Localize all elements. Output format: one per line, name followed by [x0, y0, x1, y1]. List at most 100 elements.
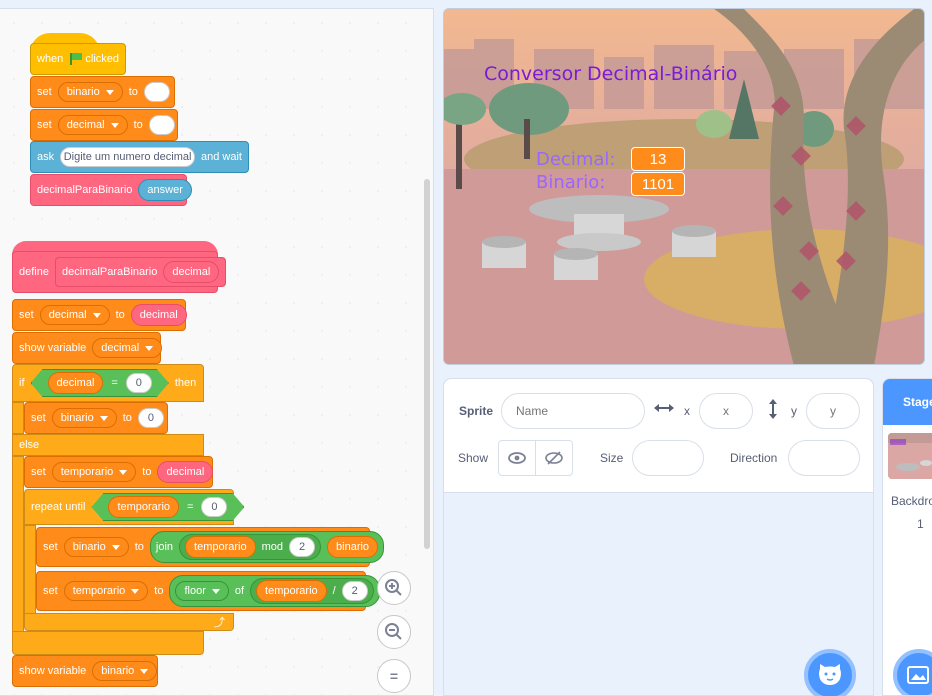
decimal-reporter[interactable]: decimal — [48, 372, 104, 394]
equals-operator[interactable]: temporario = 0 — [91, 493, 244, 521]
equals-sign: = — [187, 501, 194, 513]
x-label: x — [684, 404, 690, 418]
show-label: Show — [458, 451, 489, 465]
dropdown-caret-icon — [131, 588, 140, 594]
show-sprite-button[interactable] — [498, 440, 536, 476]
choose-sprite-button[interactable] — [804, 649, 856, 696]
param-reporter[interactable]: decimal — [163, 261, 220, 283]
direction-input[interactable] — [788, 440, 860, 476]
divide-operator[interactable]: temporario / 2 — [250, 578, 374, 604]
param-reporter[interactable]: decimal — [130, 304, 187, 326]
to-label: to — [142, 466, 152, 478]
repeat-foot: ⤴ — [24, 613, 234, 631]
variable-dropdown[interactable]: decimal — [92, 338, 163, 358]
zoom-in-button[interactable] — [377, 571, 411, 605]
temporario-reporter[interactable]: temporario — [108, 496, 179, 518]
size-input[interactable] — [632, 440, 704, 476]
answer-reporter[interactable]: answer — [138, 179, 192, 201]
math-op-operator[interactable]: floor of temporario / 2 — [169, 575, 380, 607]
ask-prompt-input[interactable]: Digite um numero decimal — [60, 147, 196, 167]
show-variable-binario-block[interactable]: show variable binario — [12, 655, 158, 687]
stage-title: Conversor Decimal-Binário — [484, 63, 738, 85]
repeat-until-block[interactable]: repeat until temporario = 0 — [24, 489, 234, 525]
variable-dropdown[interactable]: decimal — [57, 115, 128, 135]
ask-and-wait-block[interactable]: ask Digite um numero decimal and wait — [30, 141, 249, 173]
scratch-editor: when clicked set binario to set decimal … — [0, 0, 932, 696]
mod-operator[interactable]: temporario mod 2 — [179, 534, 322, 560]
binario-reporter[interactable]: binario — [327, 536, 379, 558]
code-area[interactable]: when clicked set binario to set decimal … — [0, 8, 434, 696]
variable-dropdown[interactable]: binario — [57, 82, 123, 102]
to-label: to — [128, 86, 138, 98]
backdrop-thumbnail[interactable] — [888, 433, 932, 479]
param-reporter[interactable]: decimal — [157, 461, 214, 483]
set-temporario-floor-block[interactable]: set temporario to floor of temporario / … — [36, 571, 380, 611]
divisor-value[interactable]: 2 — [341, 581, 368, 601]
set-label: set — [31, 466, 46, 478]
stage-pane-header[interactable]: Stage — [883, 379, 932, 425]
variable-dropdown[interactable]: temporario — [63, 581, 149, 601]
variable-dropdown[interactable]: binario — [51, 408, 117, 428]
compare-value[interactable]: 0 — [201, 497, 227, 517]
value-input[interactable]: 0 — [137, 408, 164, 428]
math-function-dropdown[interactable]: floor — [175, 581, 229, 601]
dropdown-caret-icon — [110, 122, 119, 128]
zoom-out-button[interactable] — [377, 615, 411, 649]
direction-label: Direction — [730, 451, 778, 465]
of-label: of — [234, 585, 245, 597]
to-label: to — [133, 119, 143, 131]
variable-name: temporario — [60, 466, 114, 478]
temporario-reporter[interactable]: temporario — [185, 536, 256, 558]
size-label: Size — [600, 451, 624, 465]
proc-name: decimalParaBinario — [61, 266, 158, 278]
set-binario-join-block[interactable]: set binario to join temporario mod 2 bin… — [36, 527, 385, 567]
value-input[interactable] — [148, 115, 175, 135]
set-temporario-block[interactable]: set temporario to decimal — [24, 456, 214, 488]
variable-dropdown[interactable]: temporario — [51, 462, 137, 482]
zoom-reset-button[interactable]: = — [377, 659, 411, 693]
set-binario-zero-block[interactable]: set binario to 0 — [24, 402, 168, 434]
backdrop-thumbnail-image — [888, 433, 932, 479]
temporario-reporter[interactable]: temporario — [256, 580, 327, 602]
set-decimal-block[interactable]: set decimal to — [30, 109, 178, 141]
choose-backdrop-button[interactable] — [893, 649, 932, 695]
repeat-arm — [24, 525, 36, 615]
mod-label: mod — [261, 541, 284, 553]
binario-monitor-value: 1101 — [631, 172, 685, 196]
variable-name: binario — [60, 412, 94, 424]
sprite-pane: Sprite x y Show Size Direction — [443, 378, 874, 696]
stage-canvas[interactable]: Conversor Decimal-Binário Decimal: 13 Bi… — [443, 8, 925, 365]
when-flag-clicked-block[interactable]: when clicked — [30, 43, 126, 75]
stage-target-pane[interactable]: Stage Backdro 1 — [882, 378, 932, 696]
else-arm — [12, 456, 24, 638]
define-block[interactable]: define decimalParaBinario decimal — [12, 251, 227, 293]
hide-sprite-button[interactable] — [535, 440, 573, 476]
equals-operator[interactable]: decimal = 0 — [31, 369, 169, 397]
code-scrollbar[interactable] — [424, 179, 430, 549]
show-variable-label: show variable — [19, 665, 87, 677]
set-decimal-param-block[interactable]: set decimal to decimal — [12, 299, 187, 331]
variable-dropdown[interactable]: decimal — [39, 305, 110, 325]
set-binario-block[interactable]: set binario to — [30, 76, 175, 108]
set-label: set — [37, 119, 52, 131]
show-variable-decimal-block[interactable]: show variable decimal — [12, 332, 163, 364]
decimal-monitor-value: 13 — [631, 147, 685, 171]
ask-label: ask — [37, 151, 55, 163]
to-label: to — [134, 541, 144, 553]
dropdown-caret-icon — [105, 89, 114, 95]
if-else-block[interactable]: if decimal = 0 then — [12, 364, 204, 402]
y-input[interactable] — [806, 393, 860, 429]
eye-slash-icon — [545, 451, 563, 465]
value-input[interactable] — [143, 82, 170, 102]
repeat-until-label: repeat until — [31, 501, 86, 513]
x-input[interactable] — [699, 393, 753, 429]
call-decimal-para-binario-block[interactable]: decimalParaBinario answer — [30, 174, 192, 206]
function-name: floor — [184, 585, 206, 597]
mod-value[interactable]: 2 — [289, 537, 316, 557]
compare-value[interactable]: 0 — [126, 373, 152, 393]
zoom-in-icon — [385, 579, 402, 596]
join-operator[interactable]: join temporario mod 2 binario — [149, 531, 385, 563]
sprite-name-input[interactable] — [501, 393, 645, 429]
variable-dropdown[interactable]: binario — [92, 661, 158, 681]
variable-dropdown[interactable]: binario — [63, 537, 129, 557]
